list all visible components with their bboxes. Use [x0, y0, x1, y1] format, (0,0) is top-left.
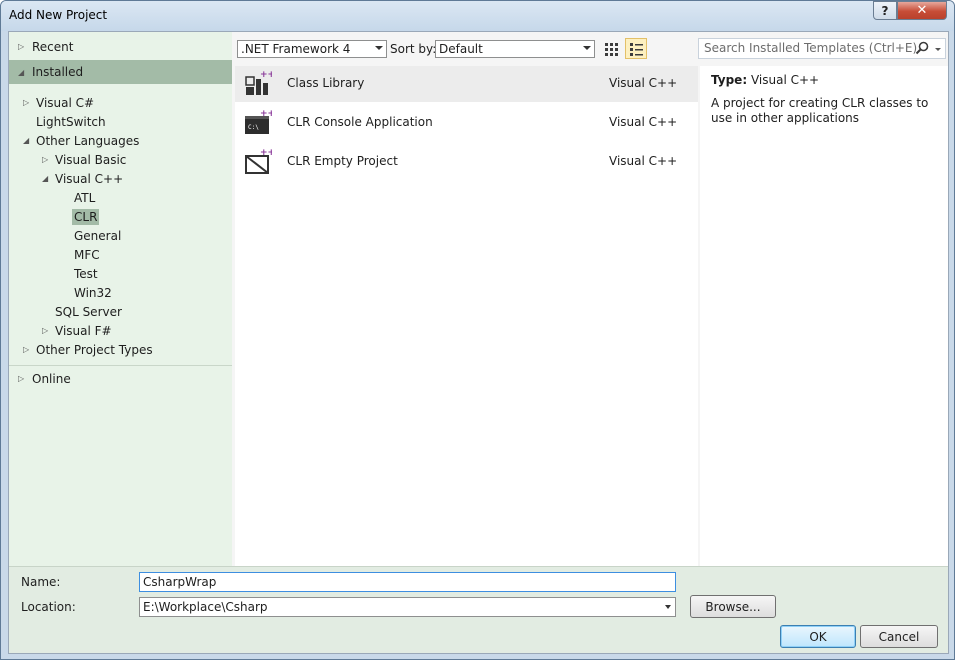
tree-item-visual-basic[interactable]: ▷ Visual Basic	[9, 150, 232, 169]
template-row-clr-console-application[interactable]: C:\ ++ CLR Console Application Visual C+…	[235, 105, 698, 141]
nav-online-label: Online	[32, 371, 71, 386]
chevron-down-icon[interactable]	[935, 48, 941, 51]
location-combo[interactable]: E:\Workplace\Csharp	[139, 597, 676, 617]
nav-divider	[9, 365, 232, 366]
class-library-icon: ++	[245, 71, 272, 95]
nav-installed[interactable]: ◢ Installed	[9, 60, 232, 84]
tree-item-other-languages[interactable]: ◢ Other Languages	[9, 131, 232, 150]
collapse-arrow-icon[interactable]: ◢	[42, 174, 48, 183]
tree-item-label: Visual C++	[55, 171, 124, 186]
small-icons-view-button[interactable]	[600, 38, 622, 59]
tree-item-label: Visual F#	[55, 323, 112, 338]
empty-project-icon: ++	[245, 149, 272, 174]
framework-select-value: .NET Framework 4	[241, 42, 351, 56]
template-category-nav: ▷ Recent ◢ Installed ▷ Visual C# LightSw…	[9, 32, 232, 566]
search-templates-input[interactable]: Search Installed Templates (Ctrl+E)	[698, 38, 946, 59]
chevron-down-icon	[375, 46, 383, 50]
tree-item-atl[interactable]: ATL	[9, 188, 232, 207]
template-language: Visual C++	[609, 115, 678, 129]
description-text: A project for creating CLR classes to us…	[711, 96, 929, 125]
tree-item-visual-csharp[interactable]: ▷ Visual C#	[9, 93, 232, 112]
browse-button[interactable]: Browse...	[690, 595, 776, 618]
tree-item-clr[interactable]: CLR	[9, 207, 232, 226]
expand-arrow-icon[interactable]: ▷	[42, 155, 48, 164]
ok-button[interactable]: OK	[780, 625, 856, 648]
template-language: Visual C++	[609, 76, 678, 90]
expand-arrow-icon[interactable]: ▷	[23, 98, 29, 107]
description-type-value: Visual C++	[750, 73, 820, 87]
tree-item-other-project-types[interactable]: ▷ Other Project Types	[9, 340, 232, 359]
name-label: Name:	[21, 575, 61, 589]
svg-text:++: ++	[260, 71, 272, 80]
tree-item-label-selected: CLR	[72, 208, 100, 225]
expand-arrow-icon[interactable]: ▷	[23, 345, 29, 354]
dialog-window: Add New Project ? ✕ ▷ Recent ◢ Installed…	[0, 0, 955, 660]
help-button[interactable]: ?	[873, 1, 897, 20]
project-name-input[interactable]: CsharpWrap	[139, 572, 676, 592]
template-list: ++ Class Library Visual C++ C:\ ++ CLR C…	[235, 66, 698, 566]
tree-item-visual-fsharp[interactable]: ▷ Visual F#	[9, 321, 232, 340]
close-button[interactable]: ✕	[897, 1, 947, 20]
chevron-down-icon[interactable]	[665, 605, 671, 609]
tree-item-label: Other Project Types	[36, 342, 153, 357]
title-bar[interactable]: Add New Project ? ✕	[1, 1, 954, 31]
list-view-icon	[629, 42, 643, 56]
tree-item-label: SQL Server	[55, 304, 122, 319]
window-title: Add New Project	[9, 8, 108, 22]
project-name-value: CsharpWrap	[143, 575, 217, 589]
tree-item-label: ATL	[74, 190, 96, 205]
nav-online[interactable]: ▷ Online	[9, 369, 232, 388]
tree-item-label: MFC	[74, 247, 100, 262]
template-name: CLR Empty Project	[287, 154, 398, 168]
expand-arrow-icon[interactable]: ▷	[42, 326, 48, 335]
template-name: Class Library	[287, 76, 365, 90]
grid-view-icon	[605, 42, 618, 56]
tree-item-visual-cpp[interactable]: ◢ Visual C++	[9, 169, 232, 188]
tree-item-label: General	[74, 228, 122, 243]
tree-item-general[interactable]: General	[9, 226, 232, 245]
location-value: E:\Workplace\Csharp	[143, 600, 268, 614]
template-row-class-library[interactable]: ++ Class Library Visual C++	[235, 66, 698, 102]
nav-recent-label: Recent	[32, 39, 74, 54]
tree-item-lightswitch[interactable]: LightSwitch	[9, 112, 232, 131]
collapse-arrow-icon[interactable]: ◢	[23, 136, 29, 145]
expand-arrow-icon[interactable]: ▷	[18, 42, 24, 51]
description-type: Type: Visual C++	[711, 73, 819, 87]
tree-item-label: Test	[74, 266, 98, 281]
tree-item-mfc[interactable]: MFC	[9, 245, 232, 264]
framework-select[interactable]: .NET Framework 4	[237, 40, 387, 58]
svg-text:++: ++	[260, 110, 272, 119]
project-details-panel: Name: CsharpWrap Location: E:\Workplace\…	[9, 566, 948, 653]
template-name: CLR Console Application	[287, 115, 433, 129]
search-icon[interactable]	[915, 41, 929, 55]
nav-recent[interactable]: ▷ Recent	[9, 37, 232, 56]
svg-text:C:\: C:\	[248, 124, 259, 131]
chevron-down-icon	[583, 46, 591, 50]
nav-installed-label: Installed	[32, 65, 84, 79]
collapse-arrow-icon[interactable]: ◢	[18, 68, 24, 77]
tree-item-label: Win32	[74, 285, 112, 300]
template-language: Visual C++	[609, 154, 678, 168]
console-app-icon: C:\ ++	[245, 110, 272, 134]
tree-item-test[interactable]: Test	[9, 264, 232, 283]
tree-item-sql-server[interactable]: SQL Server	[9, 302, 232, 321]
list-view-button[interactable]	[625, 38, 647, 59]
template-row-clr-empty-project[interactable]: ++ CLR Empty Project Visual C++	[235, 144, 698, 180]
location-label: Location:	[21, 600, 76, 614]
tree-item-label: Visual Basic	[55, 152, 127, 167]
template-description-pane: Type: Visual C++ A project for creating …	[700, 66, 948, 566]
tree-item-label: LightSwitch	[36, 114, 106, 129]
expand-arrow-icon[interactable]: ▷	[18, 374, 24, 383]
sort-select[interactable]: Default	[435, 40, 595, 58]
description-type-label: Type:	[711, 73, 748, 87]
sort-select-value: Default	[439, 42, 483, 56]
sort-by-label: Sort by:	[390, 42, 437, 56]
cancel-button[interactable]: Cancel	[860, 625, 938, 648]
dialog-client-area: ▷ Recent ◢ Installed ▷ Visual C# LightSw…	[8, 31, 949, 654]
svg-text:++: ++	[260, 149, 272, 158]
tree-item-label: Visual C#	[36, 95, 95, 110]
tree-item-win32[interactable]: Win32	[9, 283, 232, 302]
tree-item-label: Other Languages	[36, 133, 140, 148]
search-placeholder: Search Installed Templates (Ctrl+E)	[704, 41, 918, 55]
